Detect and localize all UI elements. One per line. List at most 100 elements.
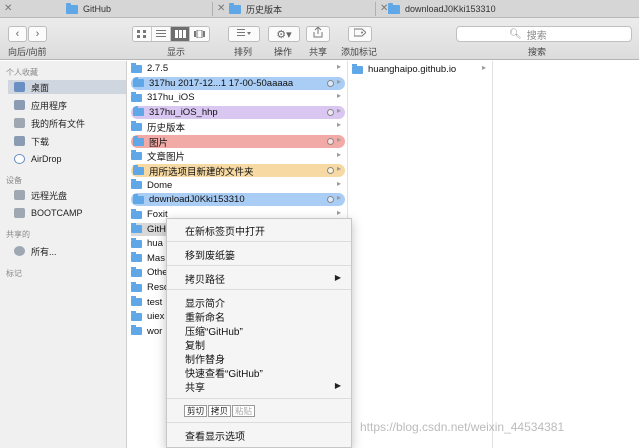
item-label: wor (147, 325, 163, 337)
item-label: Foxit (147, 209, 168, 220)
gallery-view-icon[interactable] (190, 27, 209, 41)
menu-item-copy-path[interactable]: 拷贝路径 (185, 271, 225, 286)
list-item[interactable]: huanghaipo.github.io ▸ (352, 63, 490, 76)
menu-item-move-to-trash[interactable]: 移到废纸篓 (185, 247, 235, 262)
sidebar-item-bootcamp[interactable]: BOOTCAMP (14, 206, 83, 220)
item-label: hua (147, 238, 163, 250)
tab-bar: ✕ GitHub ✕ 历史版本 ✕ downloadJ0Kki153310 (0, 0, 639, 18)
share-button[interactable] (306, 26, 330, 42)
chevron-right-icon: ▸ (336, 135, 341, 144)
tab-history[interactable]: ✕ 历史版本 (213, 0, 375, 18)
column-3 (494, 61, 639, 448)
folder-icon (133, 77, 144, 88)
shared-header: 共享的 (6, 230, 30, 239)
list-item[interactable]: 文章图片 ▸ (131, 150, 345, 163)
list-item[interactable]: 317hu_iOS_hhp ▸ (131, 105, 345, 119)
sidebar-item-downloads[interactable]: 下载 (14, 134, 49, 148)
copy-button[interactable]: 拷贝 (208, 405, 232, 417)
search-label: 搜索 (528, 47, 547, 57)
search-icon: 🔍︎ (509, 28, 522, 40)
view-mode-control[interactable] (132, 26, 210, 42)
toolbar: ‹ › 向后/向前 显示 排列 ⚙▾ 操作 共享 添加标记 🔍︎ 搜索 搜索 (0, 18, 639, 60)
folder-icon (133, 135, 144, 146)
forward-button[interactable]: › (28, 26, 47, 42)
arrange-button[interactable] (228, 26, 260, 42)
arrange-label: 排列 (234, 47, 253, 57)
item-label: 文章图片 (147, 152, 186, 163)
icon-view-icon[interactable] (133, 27, 152, 41)
list-item[interactable]: 用所选项目新建的文件夹 ▸ (131, 164, 345, 178)
sidebar-item-all-files[interactable]: 我的所有文件 (14, 116, 85, 130)
list-item[interactable]: 317hu 2017-12...1 17-00-50aaaaa ▸ (131, 76, 345, 90)
nav-label: 向后/向前 (8, 47, 47, 57)
tab-github[interactable]: ✕ GitHub (0, 0, 212, 18)
folder-icon (131, 120, 142, 131)
menu-item-view-options[interactable]: 查看显示选项 (185, 428, 245, 443)
list-item[interactable]: 图片 ▸ (131, 135, 345, 148)
sidebar-item-label: BOOTCAMP (31, 208, 83, 218)
sidebar-item-all-shared[interactable]: 所有... (14, 244, 57, 258)
folder-icon (133, 193, 144, 204)
chevron-right-icon: ▸ (336, 91, 341, 101)
column-view-icon[interactable] (171, 27, 190, 41)
all-files-icon (14, 118, 25, 128)
folder-icon (131, 281, 142, 292)
folder-icon (229, 2, 241, 14)
list-item[interactable]: 2.7.5 ▸ (131, 62, 345, 75)
sidebar-item-desktop[interactable]: 桌面 (8, 80, 126, 94)
cut-button[interactable]: 剪切 (184, 405, 208, 417)
favorites-header: 个人收藏 (6, 68, 38, 77)
tag-button[interactable] (348, 26, 372, 42)
chevron-right-icon: › (35, 28, 40, 40)
tag-dot-icon (327, 196, 334, 204)
sidebar-item-label: 下载 (31, 136, 50, 147)
paste-button: 粘贴 (232, 405, 256, 417)
search-field[interactable]: 🔍︎ 搜索 (456, 26, 632, 42)
close-tab-icon[interactable]: ✕ (217, 3, 225, 14)
list-item[interactable]: downloadJ0Kki153310 ▸ (131, 193, 345, 207)
list-item[interactable]: Dome ▸ (131, 179, 345, 192)
folder-icon (131, 310, 142, 321)
folder-icon (131, 325, 142, 336)
applications-icon (14, 100, 25, 110)
sidebar-item-label: 桌面 (31, 82, 50, 93)
tab-download[interactable]: ✕ downloadJ0Kki153310 (376, 0, 639, 18)
folder-icon (131, 266, 142, 277)
chevron-right-icon: ▸ (336, 105, 341, 115)
list-item[interactable]: 317hu_iOS ▸ (131, 91, 345, 104)
sidebar-item-remote-disc[interactable]: 远程光盘 (14, 188, 67, 202)
tag-icon (353, 28, 367, 40)
back-button[interactable]: ‹ (8, 26, 27, 42)
watermark: https://blog.csdn.net/weixin_44534381 (360, 420, 565, 434)
folder-icon (131, 150, 142, 161)
chevron-right-icon: ▸ (336, 164, 341, 174)
menu-item-compress[interactable]: 压缩“GitHub” (185, 323, 243, 338)
folder-icon (133, 106, 144, 117)
sidebar-item-airdrop[interactable]: AirDrop (14, 152, 62, 166)
arrange-icon (237, 28, 251, 40)
item-label: test (147, 296, 163, 308)
list-item[interactable]: 历史版本 ▸ (131, 120, 345, 133)
devices-header: 设备 (6, 176, 22, 185)
menu-item-open-new-tab[interactable]: 在新标签页中打开 (185, 223, 265, 238)
desktop-icon (14, 82, 25, 92)
tag-dot-icon (327, 79, 334, 87)
close-tab-icon[interactable]: ✕ (4, 3, 12, 14)
share-label: 共享 (309, 47, 328, 57)
gear-icon: ⚙▾ (276, 28, 292, 41)
menu-item-make-alias[interactable]: 制作替身 (185, 351, 225, 366)
airdrop-icon (14, 154, 25, 164)
menu-item-duplicate[interactable]: 复制 (185, 337, 205, 352)
list-view-icon[interactable] (152, 27, 171, 41)
menu-item-get-info[interactable]: 显示简介 (185, 295, 225, 310)
remote-disc-icon (14, 190, 25, 200)
menu-item-share[interactable]: 共享 (185, 379, 205, 394)
chevron-right-icon: ▸ (336, 76, 341, 86)
sidebar-item-applications[interactable]: 应用程序 (14, 98, 67, 112)
item-label: huanghaipo.github.io (368, 64, 457, 75)
menu-item-quick-look[interactable]: 快速查看“GitHub” (185, 365, 263, 380)
menu-item-rename[interactable]: 重新命名 (185, 309, 225, 324)
tag-dot-icon (327, 108, 334, 116)
share-icon (313, 26, 323, 41)
action-button[interactable]: ⚙▾ (268, 26, 300, 42)
